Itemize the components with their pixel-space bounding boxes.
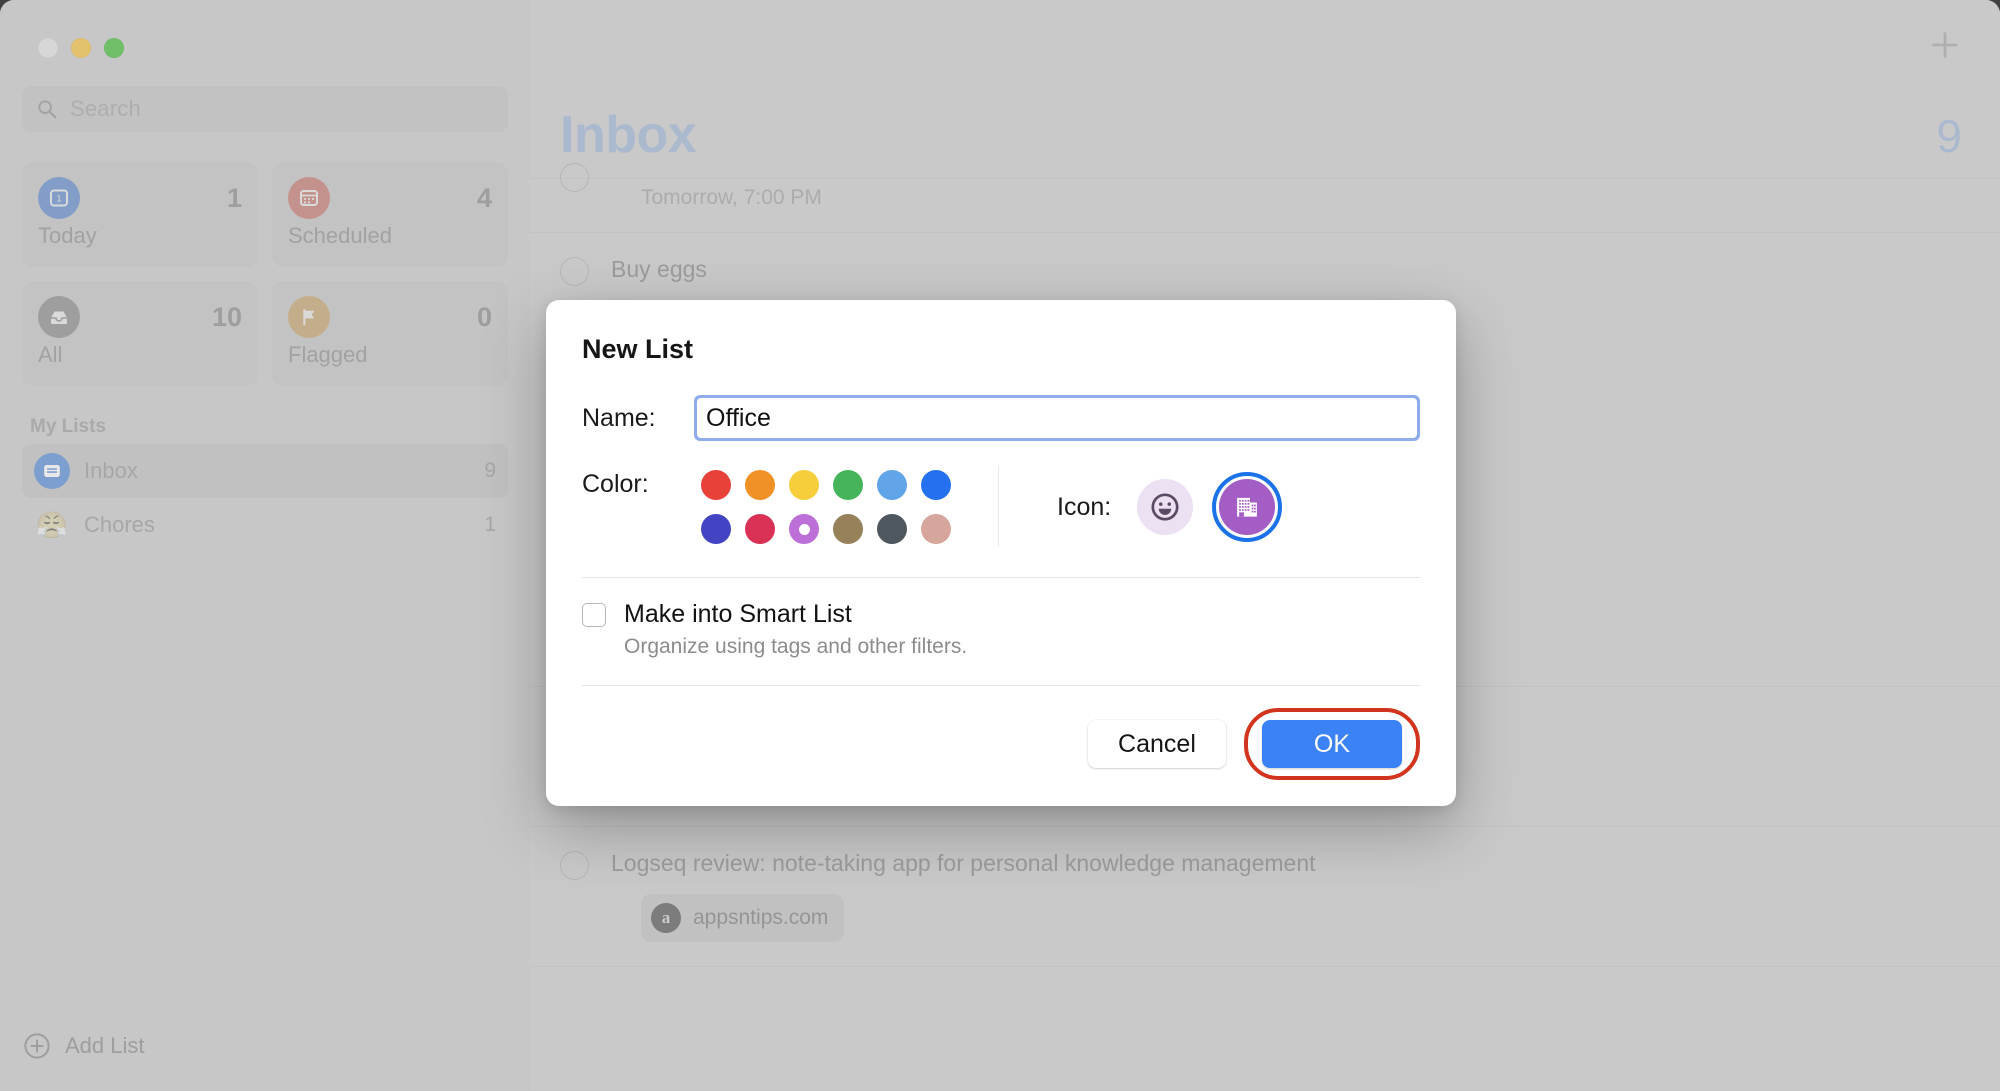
add-reminder-button[interactable]: [1928, 28, 1962, 62]
icon-label: Icon:: [1057, 492, 1112, 521]
office-building-icon: [1237, 497, 1258, 517]
app-root: Search 1 1 Today 4 Scheduled 10 All 0 Fl…: [0, 0, 2000, 1091]
smart-list-label: Make into Smart List: [624, 600, 852, 628]
task-title: Buy eggs: [611, 256, 707, 282]
office-building-icon-button[interactable]: [1212, 472, 1283, 542]
task-row-divider: [530, 966, 2000, 986]
search-placeholder: Search: [70, 96, 141, 121]
sidebar-item-label: Inbox: [84, 458, 138, 483]
plus-circle-icon: [24, 1033, 50, 1059]
emoji-picker-button[interactable]: [1137, 479, 1194, 535]
task-title: Logseq review: note-taking app for perso…: [611, 850, 1316, 876]
task-row[interactable]: Tomorrow, 7:00 PM: [530, 163, 2000, 232]
dialog-actions: Cancel OK: [582, 686, 1421, 780]
color-swatch-red[interactable]: [701, 470, 731, 500]
tile-label: All: [38, 342, 63, 367]
sidebar-item-count: 1: [484, 513, 496, 536]
sidebar-tile-scheduled[interactable]: 4 Scheduled: [272, 162, 508, 267]
sidebar-item-chores[interactable]: 😤 Chores 1: [22, 498, 508, 552]
cancel-button[interactable]: Cancel: [1088, 720, 1226, 768]
angry-face-emoji-icon: 😤: [35, 510, 69, 540]
color-swatch-dusty-rose[interactable]: [921, 514, 951, 544]
smart-list-option: Make into Smart List Organize using tags…: [582, 578, 1420, 659]
sidebar-tile-flagged[interactable]: 0 Flagged: [272, 281, 508, 386]
sidebar-item-label: Chores: [84, 512, 155, 537]
search-icon: [38, 100, 57, 119]
task-complete-toggle[interactable]: [560, 257, 589, 286]
sidebar: Search 1 1 Today 4 Scheduled 10 All 0 Fl…: [0, 0, 530, 1091]
my-lists-header: My Lists: [30, 416, 107, 437]
ok-button[interactable]: OK: [1261, 720, 1402, 768]
page-title: Inbox: [560, 106, 697, 164]
inbox-tray-icon: [38, 296, 80, 338]
svg-text:1: 1: [56, 194, 61, 204]
color-swatch-pink[interactable]: [745, 514, 775, 544]
sidebar-item-count: 9: [484, 459, 496, 482]
task-complete-toggle[interactable]: [560, 163, 589, 192]
minimize-window-button[interactable]: [71, 38, 91, 58]
color-picker: Color:: [582, 463, 998, 551]
close-window-button[interactable]: [38, 38, 58, 58]
task-complete-toggle[interactable]: [560, 851, 589, 880]
window-traffic-lights: [0, 0, 530, 58]
color-swatch-light-blue[interactable]: [877, 470, 907, 500]
calendar-day-icon: 1: [38, 177, 80, 219]
new-list-dialog: New List Name: Color:: [546, 300, 1456, 806]
appearance-pickers: Color: Icon:: [582, 463, 1420, 551]
maximize-window-button[interactable]: [104, 38, 124, 58]
color-swatch-yellow[interactable]: [789, 470, 819, 500]
add-list-button[interactable]: Add List: [0, 1031, 530, 1091]
make-smart-list-checkbox[interactable]: [582, 603, 606, 627]
dialog-title: New List: [582, 334, 694, 364]
color-swatch-graphite[interactable]: [877, 514, 907, 544]
color-swatch-grid: [694, 463, 958, 551]
tile-label: Scheduled: [288, 223, 392, 248]
list-name-input[interactable]: [697, 398, 1417, 438]
sidebar-tile-today[interactable]: 1 1 Today: [22, 162, 258, 267]
inbox-icon: [34, 453, 70, 489]
calendar-icon: [288, 177, 330, 219]
task-link-chip[interactable]: a appsntips.com: [641, 894, 845, 942]
task-link-domain: appsntips.com: [693, 906, 829, 929]
tile-count: 4: [476, 183, 492, 213]
tile-label: Flagged: [288, 342, 368, 367]
add-list-label: Add List: [65, 1033, 145, 1058]
tile-count: 10: [211, 302, 242, 332]
ok-button-highlight: OK: [1243, 708, 1421, 780]
sidebar-item-inbox[interactable]: Inbox 9: [22, 444, 508, 498]
name-label: Name:: [582, 403, 656, 432]
smart-list-description: Organize using tags and other filters.: [624, 635, 968, 658]
search-input[interactable]: Search: [22, 86, 508, 132]
flag-icon: [288, 296, 330, 338]
task-due-date: Tomorrow, 7:00 PM: [641, 186, 822, 209]
color-swatch-blue[interactable]: [921, 470, 951, 500]
color-swatch-green[interactable]: [833, 470, 863, 500]
color-swatch-indigo[interactable]: [701, 514, 731, 544]
main-header: Inbox 9: [560, 105, 1962, 165]
tile-count: 1: [226, 183, 242, 213]
name-field-row: Name:: [582, 395, 1420, 441]
smart-list-tiles: 1 1 Today 4 Scheduled 10 All 0 Flagged: [22, 162, 508, 386]
color-swatch-orange[interactable]: [745, 470, 775, 500]
name-input-focus-ring: [694, 395, 1420, 441]
tile-count: 0: [476, 302, 492, 332]
color-label: Color:: [582, 470, 649, 498]
site-favicon-icon: a: [651, 903, 681, 933]
icon-picker: Icon:: [999, 463, 1283, 551]
page-count: 9: [1936, 110, 1962, 162]
color-swatch-brown[interactable]: [833, 514, 863, 544]
tile-label: Today: [38, 223, 97, 248]
task-row[interactable]: Logseq review: note-taking app for perso…: [530, 826, 2000, 966]
sidebar-tile-all[interactable]: 10 All: [22, 281, 258, 386]
color-swatch-purple[interactable]: [789, 514, 819, 544]
emoji-smiley-icon: [1151, 493, 1179, 521]
